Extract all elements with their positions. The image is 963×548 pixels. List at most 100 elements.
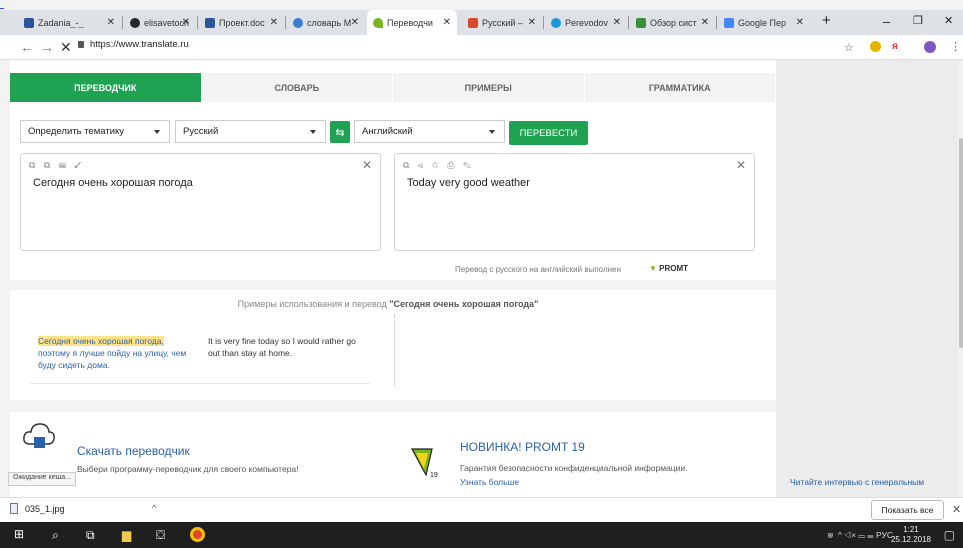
address-bar: ← → ✕ https://www.translate.ru ☆ я ⋮ bbox=[0, 35, 963, 60]
learn-more-link[interactable]: Узнать больше bbox=[460, 477, 519, 487]
close-tab-icon[interactable]: ✕ bbox=[107, 17, 115, 28]
download-translator-link[interactable]: Скачать переводчик bbox=[77, 444, 190, 458]
example-target: It is very fine today so I would rather … bbox=[208, 336, 356, 358]
close-tab-icon[interactable]: ✕ bbox=[270, 17, 278, 28]
browser-tab[interactable]: Обзор сист ✕ bbox=[630, 10, 715, 35]
bookmark-star-icon[interactable]: ☆ bbox=[844, 41, 854, 54]
close-tab-icon[interactable]: ✕ bbox=[443, 17, 451, 28]
store-icon[interactable]: ⛋ bbox=[156, 528, 165, 543]
promt-v-icon: ▼ bbox=[649, 264, 657, 273]
example-source[interactable]: Сегодня очень хорошая погода, поэтому я … bbox=[38, 335, 193, 371]
source-language-select[interactable]: Русский bbox=[175, 120, 326, 143]
target-text[interactable]: Today very good weather bbox=[407, 177, 530, 189]
search-icon[interactable]: ⌕ bbox=[52, 528, 59, 543]
promt19-logo-icon: 19 bbox=[410, 448, 438, 479]
source-toolbar-icons[interactable]: ⧉ ⧉ ⌨ ✓ bbox=[29, 160, 84, 171]
close-icon[interactable]: ✕ bbox=[952, 503, 961, 516]
translation-note: Перевод с русского на английский выполне… bbox=[455, 265, 621, 274]
browser-tab[interactable]: Zadania_-_ ✕ bbox=[18, 10, 121, 35]
target-language-select[interactable]: Английский bbox=[354, 120, 505, 143]
perevodov-icon bbox=[551, 17, 561, 28]
browser-tab[interactable]: Perevodov ✕ bbox=[545, 10, 627, 35]
promt19-description: Гарантия безопасности конфиденциальной и… bbox=[460, 463, 688, 473]
tab-translator[interactable]: ПЕРЕВОДЧИК bbox=[10, 73, 202, 102]
system-tray[interactable]: ⩐ ^ ◁× ▭ ☰ РУС bbox=[828, 530, 893, 541]
clock[interactable]: 1:21 25.12.2018 bbox=[891, 525, 931, 545]
tab-grammar[interactable]: ГРАММАТИКА bbox=[584, 73, 776, 102]
google-translate-icon bbox=[724, 17, 734, 28]
close-tab-icon[interactable]: ✕ bbox=[613, 17, 621, 28]
windows-taskbar: ⊞ ⌕ ⧉ ▆ ⛋ ⩐ ^ ◁× ▭ ☰ РУС 1:21 25.12.2018 … bbox=[0, 522, 963, 548]
file-icon bbox=[10, 503, 18, 514]
status-bar-text: Ожидание кеша... bbox=[8, 472, 77, 486]
browser-tab[interactable]: Google Пер ✕ bbox=[718, 10, 810, 35]
chrome-icon[interactable] bbox=[190, 527, 205, 542]
topic-select[interactable]: Определить тематику bbox=[20, 120, 170, 143]
browser-tab-active[interactable]: Переводчи ✕ bbox=[367, 10, 457, 35]
extension-icon[interactable] bbox=[870, 41, 881, 52]
notifications-icon[interactable]: ▢ bbox=[944, 528, 955, 542]
download-description: Выбери программу-переводчик для своего к… bbox=[77, 464, 299, 474]
close-tab-icon[interactable]: ✕ bbox=[796, 17, 804, 28]
russian-site-icon bbox=[468, 17, 478, 28]
task-view-icon[interactable]: ⧉ bbox=[86, 528, 95, 543]
chevron-down-icon bbox=[310, 130, 316, 134]
chevron-up-icon[interactable]: ^ bbox=[152, 503, 156, 513]
browser-tab[interactable]: словарь М ✕ bbox=[287, 10, 365, 35]
review-icon bbox=[636, 17, 646, 28]
lock-icon bbox=[78, 41, 84, 48]
target-text-box[interactable]: ⧉ ⋖ ☆ ⎙ ✎ Today very good weather ✕ bbox=[394, 153, 755, 251]
tab-dictionary[interactable]: СЛОВАРЬ bbox=[201, 73, 393, 102]
windows-start-icon[interactable]: ⊞ bbox=[14, 527, 24, 541]
dictionary-icon bbox=[293, 17, 303, 28]
source-text[interactable]: Сегодня очень хорошая погода bbox=[33, 177, 193, 189]
profile-avatar[interactable] bbox=[924, 41, 936, 53]
cloud-download-icon bbox=[23, 423, 55, 448]
minimize-button[interactable]: – bbox=[883, 14, 890, 29]
download-bar: 035_1.jpg ^ Показать все ✕ bbox=[0, 497, 963, 522]
promt-logo: ▼ PROMT bbox=[649, 264, 689, 273]
divider bbox=[394, 315, 395, 385]
chevron-down-icon bbox=[489, 130, 495, 134]
yandex-icon[interactable]: я bbox=[892, 41, 898, 52]
chevron-down-icon bbox=[154, 130, 160, 134]
show-all-button[interactable]: Показать все bbox=[871, 500, 944, 520]
close-tab-icon[interactable]: ✕ bbox=[701, 17, 709, 28]
browser-tab[interactable]: Русский – ✕ bbox=[462, 10, 542, 35]
close-tab-icon[interactable]: ✕ bbox=[351, 17, 359, 28]
swap-languages-button[interactable]: ⇆ bbox=[330, 121, 350, 143]
translate-button[interactable]: ПЕРЕВЕСТИ bbox=[509, 121, 588, 145]
file-explorer-icon[interactable]: ▆ bbox=[122, 528, 131, 542]
back-arrow-icon[interactable]: ← bbox=[20, 39, 34, 55]
source-text-box[interactable]: ⧉ ⧉ ⌨ ✓ Сегодня очень хорошая погода ✕ bbox=[20, 153, 381, 251]
page-content: ПЕРЕВОДЧИК СЛОВАРЬ ПРИМЕРЫ ГРАММАТИКА Оп… bbox=[0, 60, 963, 497]
download-file-name[interactable]: 035_1.jpg bbox=[25, 504, 65, 514]
main-nav-tabs: ПЕРЕВОДЧИК СЛОВАРЬ ПРИМЕРЫ ГРАММАТИКА bbox=[10, 73, 776, 102]
promt-icon bbox=[373, 17, 383, 28]
right-sidebar bbox=[776, 60, 960, 497]
github-icon bbox=[130, 17, 140, 28]
close-tab-icon[interactable]: ✕ bbox=[182, 17, 190, 28]
tab-examples[interactable]: ПРИМЕРЫ bbox=[393, 73, 585, 102]
url-field[interactable]: https://www.translate.ru bbox=[90, 39, 189, 50]
promt19-link[interactable]: НОВИНКА! PROMT 19 bbox=[460, 440, 585, 454]
clear-source-icon[interactable]: ✕ bbox=[362, 158, 372, 172]
new-tab-button[interactable]: + bbox=[822, 12, 831, 29]
page-top-link[interactable] bbox=[0, 0, 380, 10]
target-toolbar-icons[interactable]: ⧉ ⋖ ☆ ⎙ ✎ bbox=[403, 160, 474, 171]
interview-link[interactable]: Читайте интервью с генеральным bbox=[790, 477, 924, 487]
word-icon bbox=[205, 17, 215, 28]
clear-target-icon[interactable]: ✕ bbox=[736, 158, 746, 172]
scrollbar-thumb[interactable] bbox=[959, 138, 963, 348]
stop-icon[interactable]: ✕ bbox=[60, 39, 72, 56]
browser-tab-bar: Zadania_-_ ✕ elisavetoch ✕ Проект.doc ✕ сло… bbox=[0, 10, 963, 35]
close-window-button[interactable]: ✕ bbox=[944, 14, 953, 27]
maximize-button[interactable]: ❐ bbox=[913, 14, 923, 27]
close-tab-icon[interactable]: ✕ bbox=[528, 17, 536, 28]
examples-header: Примеры использования и перевод "Сегодня… bbox=[237, 299, 539, 309]
forward-arrow-icon[interactable]: → bbox=[40, 39, 54, 55]
menu-dots-icon[interactable]: ⋮ bbox=[950, 40, 961, 53]
swap-arrows-icon: ⇆ bbox=[335, 126, 345, 139]
browser-tab[interactable]: Проект.doc ✕ bbox=[199, 10, 284, 35]
browser-tab[interactable]: elisavetoch ✕ bbox=[124, 10, 196, 35]
